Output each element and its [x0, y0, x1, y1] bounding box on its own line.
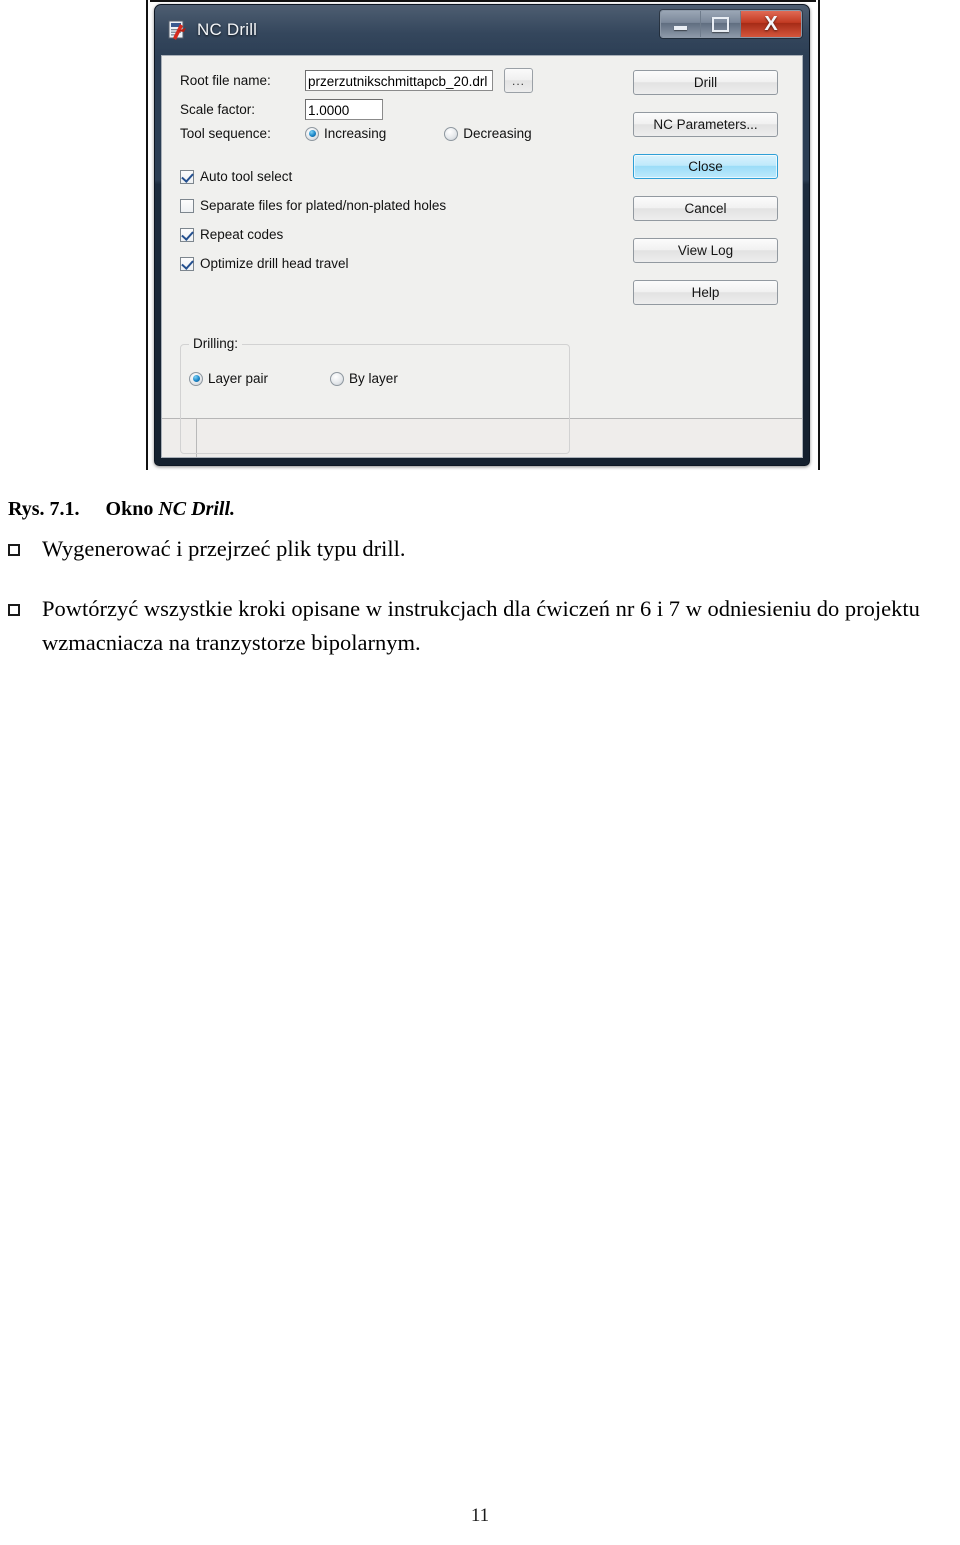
root-file-name-row: Root file name: przerzutnikschmittapcb_2… [180, 68, 533, 93]
checkbox-checked-icon [180, 227, 194, 242]
maximize-button[interactable] [701, 11, 741, 37]
window-titlebar[interactable]: NC Drill X [155, 5, 809, 55]
checkbox-label: Repeat codes [200, 227, 284, 242]
minimize-icon [674, 25, 687, 30]
close-dialog-button[interactable]: Close [633, 154, 778, 179]
radio-off-icon [330, 371, 345, 386]
close-button[interactable]: X [741, 11, 801, 37]
radio-tool-sequence-decreasing[interactable]: Decreasing [444, 126, 532, 141]
radio-label-layer-pair: Layer pair [208, 371, 269, 386]
checkbox-unchecked-icon [180, 198, 194, 213]
minimize-button[interactable] [661, 11, 701, 37]
bullet-square-icon [8, 544, 20, 556]
radio-on-icon [305, 126, 319, 141]
window-title: NC Drill [197, 20, 258, 39]
caption-number: Rys. 7.1. [8, 498, 80, 520]
dialog-button-column: Drill NC Parameters... Close Cancel View… [633, 70, 778, 322]
page-number: 11 [470, 1505, 490, 1526]
list-item: Powtórzyć wszystkie kroki opisane w inst… [0, 592, 948, 660]
root-file-name-input[interactable]: przerzutnikschmittapcb_20.drl [305, 70, 493, 91]
nc-drill-window: NC Drill X Root file name: przerzutniksc… [154, 4, 810, 466]
root-file-name-label: Root file name: [180, 73, 271, 88]
figure-caption: Rys. 7.1. Okno NC Drill. [8, 498, 235, 521]
checkbox-checked-icon [180, 256, 194, 271]
radio-drilling-by-layer[interactable]: By layer [330, 371, 398, 386]
radio-on-icon [189, 371, 203, 386]
checkbox-optimize-drill-head-travel[interactable]: Optimize drill head travel [180, 256, 349, 271]
checkbox-auto-tool-select[interactable]: Auto tool select [180, 169, 292, 184]
scale-factor-label: Scale factor: [180, 102, 256, 117]
checkbox-repeat-codes[interactable]: Repeat codes [180, 227, 283, 242]
drilling-groupbox: Drilling: Layer pair By layer [180, 336, 570, 454]
tool-sequence-row: Tool sequence: Increasing Decreasing [180, 126, 532, 141]
radio-label-increasing: Increasing [324, 126, 387, 141]
close-icon: X [764, 13, 778, 35]
list-item: Wygenerować i przejrzeć plik typu drill. [0, 532, 406, 566]
radio-drilling-layer-pair[interactable]: Layer pair [189, 371, 268, 386]
window-controls[interactable]: X [660, 10, 802, 38]
dialog-content: Root file name: przerzutnikschmittapcb_2… [162, 56, 802, 454]
view-log-button[interactable]: View Log [633, 238, 778, 263]
list-item-text: Powtórzyć wszystkie kroki opisane w inst… [42, 596, 920, 655]
radio-label-decreasing: Decreasing [463, 126, 532, 141]
document-drill-icon [167, 19, 189, 41]
checkbox-label: Auto tool select [200, 169, 293, 184]
dialog-client-area: Root file name: przerzutnikschmittapcb_2… [161, 55, 803, 458]
drilling-group-label: Drilling: [189, 336, 243, 351]
checkbox-label: Separate files for plated/non-plated hol… [200, 198, 447, 213]
checkbox-label: Optimize drill head travel [200, 256, 349, 271]
scale-factor-row: Scale factor: 1.0000 [180, 99, 383, 120]
radio-tool-sequence-increasing[interactable]: Increasing [305, 126, 386, 141]
nc-parameters-button[interactable]: NC Parameters... [633, 112, 778, 137]
scale-factor-input[interactable]: 1.0000 [305, 99, 383, 120]
list-item-text: Wygenerować i przejrzeć plik typu drill. [42, 536, 406, 561]
radio-off-icon [444, 126, 459, 141]
radio-label-by-layer: By layer [349, 371, 398, 386]
checkbox-separate-files[interactable]: Separate files for plated/non-plated hol… [180, 198, 446, 213]
maximize-icon [712, 16, 729, 32]
figure-nc-drill-screenshot: NC Drill X Root file name: przerzutniksc… [146, 0, 820, 470]
caption-lead: Okno [105, 498, 154, 520]
cancel-button[interactable]: Cancel [633, 196, 778, 221]
bullet-square-icon [8, 604, 20, 616]
drill-button[interactable]: Drill [633, 70, 778, 95]
drilling-options-row: Layer pair By layer [189, 371, 398, 386]
checkbox-checked-icon [180, 169, 194, 184]
browse-button[interactable]: ... [504, 68, 533, 93]
tool-sequence-label: Tool sequence: [180, 126, 271, 141]
help-button[interactable]: Help [633, 280, 778, 305]
caption-italic-title: NC Drill. [158, 498, 236, 520]
